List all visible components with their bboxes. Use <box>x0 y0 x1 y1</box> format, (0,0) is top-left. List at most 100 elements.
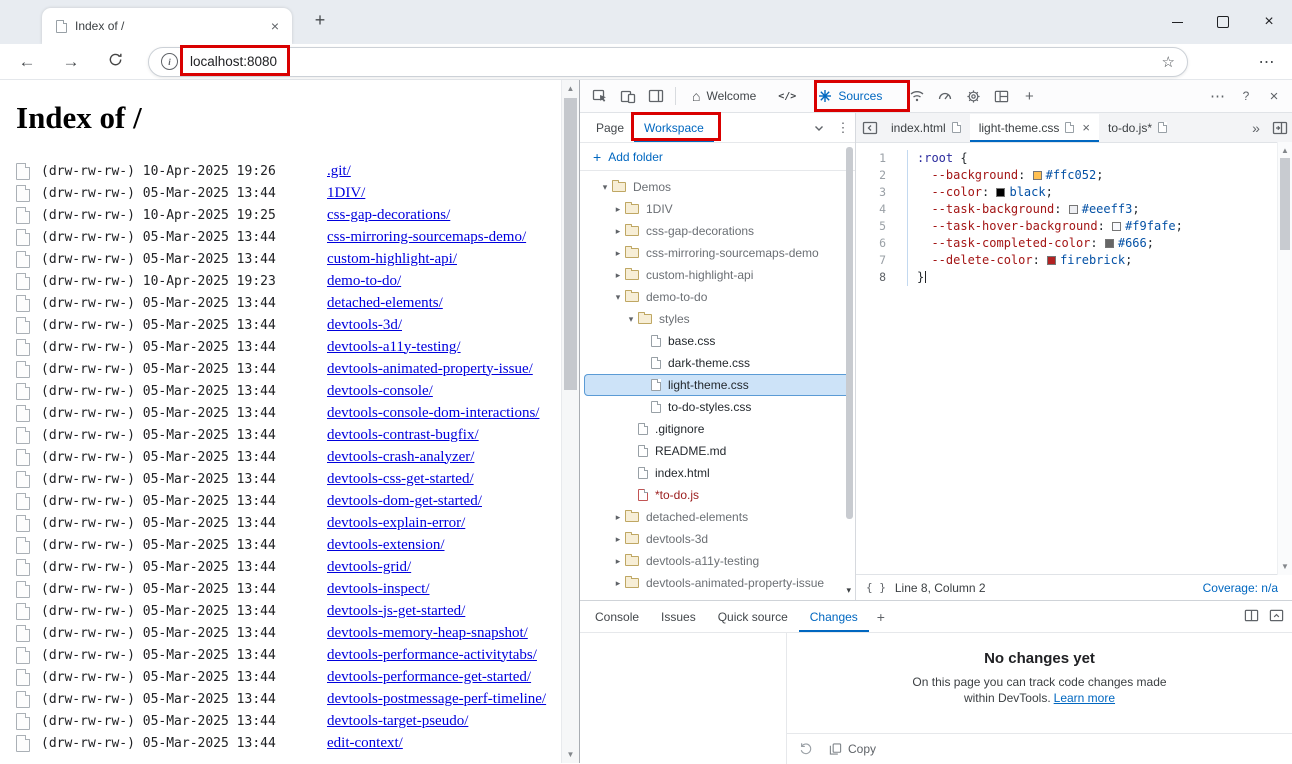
color-swatch[interactable] <box>1033 171 1042 180</box>
directory-link[interactable]: devtools-postmessage-perf-timeline/ <box>327 691 546 708</box>
performance-button[interactable] <box>931 80 959 112</box>
color-swatch[interactable] <box>1047 256 1056 265</box>
directory-link[interactable]: devtools-explain-error/ <box>327 515 465 532</box>
page-scrollbar[interactable]: ▲ ▼ <box>561 80 579 763</box>
editor-scrollbar[interactable]: ▲ ▼ <box>1277 142 1292 575</box>
tree-item-css-mirroring-sourcemaps-demo[interactable]: ▸css-mirroring-sourcemaps-demo <box>580 242 855 264</box>
scroll-up-icon[interactable]: ▲ <box>1278 146 1292 155</box>
code-line[interactable]: 8} <box>856 269 1292 286</box>
copy-button[interactable]: Copy <box>829 742 876 756</box>
directory-link[interactable]: devtools-css-get-started/ <box>327 471 474 488</box>
directory-link[interactable]: devtools-inspect/ <box>327 581 429 598</box>
color-swatch[interactable] <box>1112 222 1121 231</box>
directory-link[interactable]: devtools-contrast-bugfix/ <box>327 427 479 444</box>
directory-link[interactable]: devtools-crash-analyzer/ <box>327 449 474 466</box>
tree-item-Demos[interactable]: ▾Demos <box>580 176 855 198</box>
tree-item-demo-to-do[interactable]: ▾demo-to-do <box>580 286 855 308</box>
maximize-button[interactable] <box>1200 0 1246 44</box>
tree-item-devtools-animated-property-issue[interactable]: ▸devtools-animated-property-issue <box>580 572 855 594</box>
editor-tab-to-do-js[interactable]: to-do.js* <box>1099 114 1176 142</box>
application-button[interactable] <box>959 80 987 112</box>
tree-item-custom-highlight-api[interactable]: ▸custom-highlight-api <box>580 264 855 286</box>
devtools-help-button[interactable]: ? <box>1232 80 1260 112</box>
tab-overflow-button[interactable]: » <box>1244 114 1268 142</box>
directory-link[interactable]: devtools-extension/ <box>327 537 444 554</box>
directory-link[interactable]: devtools-grid/ <box>327 559 411 576</box>
tree-item-css-gap-decorations[interactable]: ▸css-gap-decorations <box>580 220 855 242</box>
new-tab-button[interactable]: + <box>308 10 332 31</box>
navigator-menu-button[interactable]: ⋮ <box>831 114 855 142</box>
tree-item-to-do-styles.css[interactable]: to-do-styles.css <box>580 396 855 418</box>
navigator-scrollbar-thumb[interactable] <box>846 147 853 519</box>
tree-item-README.md[interactable]: README.md <box>580 440 855 462</box>
devtools-close-button[interactable]: × <box>1260 80 1288 112</box>
inspect-button[interactable] <box>586 80 614 112</box>
code-line[interactable]: 7 --delete-color: firebrick; <box>856 252 1292 269</box>
directory-link[interactable]: devtools-target-pseudo/ <box>327 713 468 730</box>
chevron-collapsed-icon[interactable]: ▸ <box>611 248 625 259</box>
line-number[interactable]: 2 <box>856 167 893 184</box>
close-window-button[interactable]: × <box>1246 0 1292 44</box>
forward-button[interactable]: → <box>56 52 86 72</box>
browser-tab[interactable]: Index of / × <box>42 8 292 44</box>
tab-workspace[interactable]: Workspace <box>634 114 714 142</box>
tab-sources[interactable]: Sources <box>807 80 893 112</box>
tree-item-devtools-3d[interactable]: ▸devtools-3d <box>580 528 855 550</box>
tree-item-dark-theme.css[interactable]: dark-theme.css <box>580 352 855 374</box>
line-number[interactable]: 4 <box>856 201 893 218</box>
tab-close-icon[interactable]: × <box>1082 120 1090 135</box>
line-number[interactable]: 3 <box>856 184 893 201</box>
tree-scroll-down-icon[interactable]: ▾ <box>846 585 851 596</box>
add-folder-button[interactable]: + Add folder <box>580 143 855 171</box>
code-line[interactable]: 4 --task-background: #eeeff3; <box>856 201 1292 218</box>
chevron-expanded-icon[interactable]: ▾ <box>598 182 612 193</box>
chevron-collapsed-icon[interactable]: ▸ <box>611 512 625 523</box>
directory-link[interactable]: custom-highlight-api/ <box>327 251 457 268</box>
scroll-down-icon[interactable]: ▼ <box>562 750 579 759</box>
scroll-down-icon[interactable]: ▼ <box>1278 562 1292 571</box>
dock-panel-button[interactable] <box>642 80 670 112</box>
code-line[interactable]: 3 --color: black; <box>856 184 1292 201</box>
directory-link[interactable]: devtools-3d/ <box>327 317 402 334</box>
directory-link[interactable]: devtools-performance-get-started/ <box>327 669 531 686</box>
color-swatch[interactable] <box>1069 205 1078 214</box>
back-button[interactable]: ← <box>12 52 42 72</box>
tree-item-1DIV[interactable]: ▸1DIV <box>580 198 855 220</box>
code-line[interactable]: 2 --background: #ffc052; <box>856 167 1292 184</box>
device-emulation-button[interactable] <box>614 80 642 112</box>
directory-link[interactable]: devtools-console/ <box>327 383 433 400</box>
chevron-collapsed-icon[interactable]: ▸ <box>611 226 625 237</box>
pretty-print-icon[interactable]: { } <box>866 581 886 594</box>
line-number[interactable]: 8 <box>856 269 893 286</box>
chevron-collapsed-icon[interactable]: ▸ <box>611 578 625 589</box>
tree-item-devtools-a11y-testing[interactable]: ▸devtools-a11y-testing <box>580 550 855 572</box>
directory-link[interactable]: edit-context/ <box>327 735 403 752</box>
directory-link[interactable]: demo-to-do/ <box>327 273 401 290</box>
directory-link[interactable]: css-mirroring-sourcemaps-demo/ <box>327 229 526 246</box>
code-editor[interactable]: 1:root {2 --background: #ffc052;3 --colo… <box>856 143 1292 574</box>
chevron-collapsed-icon[interactable]: ▸ <box>611 204 625 215</box>
devtools-more-button[interactable]: ⋯ <box>1204 80 1232 112</box>
dock-editor-button[interactable] <box>1268 114 1292 142</box>
chevron-collapsed-icon[interactable]: ▸ <box>611 270 625 281</box>
directory-link[interactable]: devtools-animated-property-issue/ <box>327 361 533 378</box>
tree-item-index.html[interactable]: index.html <box>580 462 855 484</box>
code-line[interactable]: 5 --task-hover-background: #f9fafe; <box>856 218 1292 235</box>
directory-link[interactable]: devtools-a11y-testing/ <box>327 339 461 356</box>
directory-link[interactable]: detached-elements/ <box>327 295 443 312</box>
directory-link[interactable]: devtools-performance-activitytabs/ <box>327 647 537 664</box>
address-text[interactable]: localhost:8080 <box>190 54 277 69</box>
line-number[interactable]: 5 <box>856 218 893 235</box>
refresh-button[interactable] <box>100 52 130 72</box>
chevron-expanded-icon[interactable]: ▾ <box>624 314 638 325</box>
tree-item-light-theme.css[interactable]: light-theme.css <box>584 374 851 396</box>
network-button[interactable] <box>903 80 931 112</box>
tree-item-to-do.js[interactable]: *to-do.js <box>580 484 855 506</box>
editor-tab-index-html[interactable]: index.html <box>882 114 970 142</box>
directory-link[interactable]: devtools-js-get-started/ <box>327 603 465 620</box>
scroll-up-icon[interactable]: ▲ <box>562 84 579 93</box>
line-number[interactable]: 1 <box>856 150 893 167</box>
tab-welcome[interactable]: ⌂ Welcome <box>681 80 767 112</box>
add-tools-button[interactable]: + <box>1015 80 1043 112</box>
line-number[interactable]: 7 <box>856 252 893 269</box>
